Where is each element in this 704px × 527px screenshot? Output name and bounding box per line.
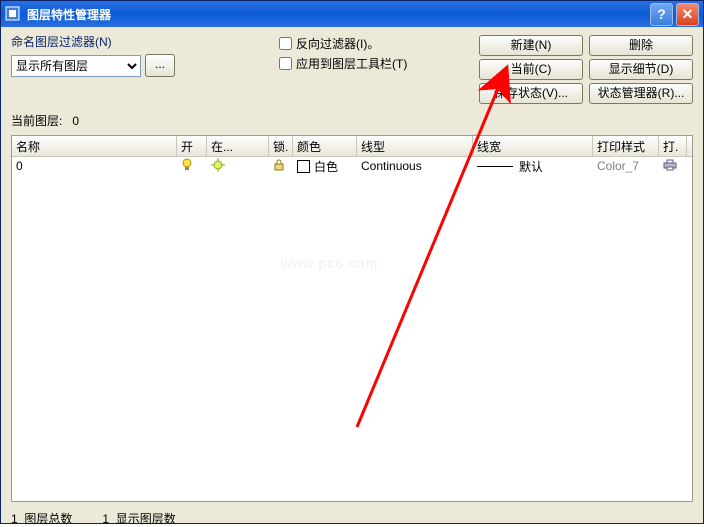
- titlebar[interactable]: 图层特性管理器 ? ✕: [1, 1, 703, 27]
- cell-lineweight-value: 默认: [519, 158, 543, 175]
- app-icon: [5, 6, 21, 22]
- close-button[interactable]: ✕: [676, 3, 699, 26]
- named-filters-link[interactable]: 命名图层过滤器(N): [11, 35, 112, 49]
- col-on[interactable]: 开: [177, 136, 207, 156]
- current-button[interactable]: 当前(C): [479, 59, 583, 80]
- cell-plot[interactable]: [659, 159, 687, 174]
- sun-icon: [211, 158, 225, 175]
- current-layer-value: 0: [72, 114, 79, 128]
- help-button[interactable]: ?: [650, 3, 673, 26]
- cell-freeze[interactable]: [207, 158, 269, 175]
- cell-on[interactable]: [177, 158, 207, 175]
- brand-line1: 系统之家: [647, 466, 691, 478]
- col-plotstyle[interactable]: 打印样式: [593, 136, 659, 156]
- invert-filter-label: 反向过滤器(I)。: [296, 35, 379, 52]
- lineweight-sample-icon: [477, 166, 513, 167]
- cell-lineweight[interactable]: 默认: [473, 158, 593, 175]
- col-name[interactable]: 名称: [12, 136, 177, 156]
- printer-icon: [663, 159, 677, 174]
- save-state-button[interactable]: 保存状态(V)...: [479, 83, 583, 104]
- col-plot[interactable]: 打.: [659, 136, 687, 156]
- window-title: 图层特性管理器: [25, 6, 650, 23]
- apply-toolbar-input[interactable]: [279, 57, 292, 70]
- current-layer-field: 当前图层: 0: [11, 112, 693, 129]
- col-freeze[interactable]: 在...: [207, 136, 269, 156]
- cell-lock[interactable]: [269, 159, 293, 174]
- cell-color[interactable]: 白色: [293, 158, 357, 175]
- apply-toolbar-label: 应用到图层工具栏(T): [296, 55, 407, 72]
- show-details-button[interactable]: 显示细节(D): [589, 59, 693, 80]
- table-header: 名称 开 在... 锁. 颜色 线型 线宽 打印样式 打.: [12, 136, 692, 157]
- color-swatch-icon: [297, 160, 310, 173]
- cell-name: 0: [12, 159, 177, 173]
- bulb-icon: [181, 158, 193, 175]
- state-manager-button[interactable]: 状态管理器(R)...: [589, 83, 693, 104]
- padlock-icon: [273, 159, 285, 174]
- new-button[interactable]: 新建(N): [479, 35, 583, 56]
- col-lock[interactable]: 锁.: [269, 136, 293, 156]
- watermark: www.pc6.com: [281, 255, 378, 271]
- delete-button[interactable]: 删除: [589, 35, 693, 56]
- filter-dropdown[interactable]: 显示所有图层: [11, 55, 141, 77]
- current-layer-label: 当前图层:: [11, 114, 62, 128]
- filter-browse-button[interactable]: ...: [145, 54, 175, 77]
- cell-color-name: 白色: [314, 158, 338, 175]
- brand-overlay: 系统之家 tongzhijia.net: [608, 455, 691, 497]
- layers-table: 名称 开 在... 锁. 颜色 线型 线宽 打印样式 打. 0: [11, 135, 693, 502]
- brand-logo-icon: [608, 455, 640, 483]
- cell-plotstyle: Color_7: [593, 159, 659, 173]
- col-linetype[interactable]: 线型: [357, 136, 473, 156]
- cell-linetype[interactable]: Continuous: [357, 159, 473, 173]
- col-color[interactable]: 颜色: [293, 136, 357, 156]
- brand-line2: tongzhijia.net: [626, 484, 691, 496]
- table-row[interactable]: 0: [12, 157, 692, 175]
- apply-toolbar-checkbox[interactable]: 应用到图层工具栏(T): [279, 53, 479, 73]
- layer-properties-dialog: 图层特性管理器 ? ✕ 命名图层过滤器(N) 显示所有图层 ... 反向过滤器(…: [0, 0, 704, 524]
- invert-filter-checkbox[interactable]: 反向过滤器(I)。: [279, 33, 479, 53]
- invert-filter-input[interactable]: [279, 37, 292, 50]
- col-lineweight[interactable]: 线宽: [473, 136, 593, 156]
